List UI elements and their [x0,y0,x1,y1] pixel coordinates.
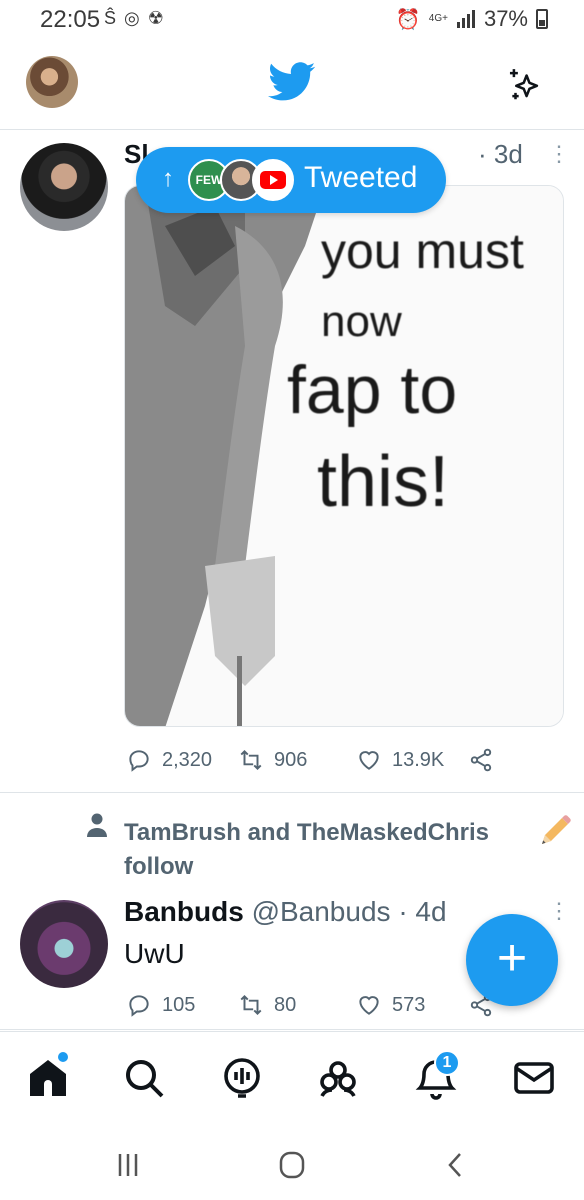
retweet-count: 80 [274,993,297,1016]
reply-count: 105 [162,993,196,1016]
vpn-icon: ◎ [124,8,140,28]
more-options-icon[interactable]: ⋮ [548,898,570,924]
plus-icon: + [496,929,528,987]
recent-apps-icon[interactable] [108,1150,148,1180]
meme-text-line: you must [321,223,524,279]
twitter-bird-icon[interactable] [268,62,316,102]
author-name[interactable]: Banbuds [124,896,244,927]
youtube-avatar-icon [252,159,294,201]
author-avatar[interactable] [20,900,108,988]
social-context: TamBrush and TheMaskedChris follow [0,808,584,888]
nav-communities[interactable] [314,1054,362,1102]
retweet-icon [240,994,262,1016]
share-icon [470,748,492,772]
person-icon [87,813,107,837]
retweet-button[interactable]: 906 [238,747,307,773]
status-right: ⏰ 4G+ 37% [396,6,548,32]
more-options-icon[interactable]: ⋮ [548,141,570,167]
signal-icon [456,10,475,28]
nav-search[interactable] [120,1054,168,1102]
network-type: 4G+ [428,13,448,24]
reply-icon [129,750,149,772]
retweet-icon [240,749,262,771]
retweet-button[interactable]: 80 [238,992,296,1018]
notification-badge: 1 [434,1050,460,1076]
app-header [0,40,584,130]
back-icon[interactable] [436,1150,476,1180]
heart-icon [359,996,379,1015]
sparkle-icon[interactable] [506,66,544,104]
reply-count: 2,320 [162,748,213,771]
retweet-count: 906 [274,748,308,771]
alarm-icon: ⏰ [395,8,421,31]
tweet-timestamp: · 3d [478,139,523,169]
tweet-timestamp: · 4d [398,896,447,927]
pencil-emoji-icon [542,815,571,844]
profile-avatar[interactable] [26,56,78,108]
share-button[interactable] [468,747,494,773]
like-button[interactable]: 13.9K [356,747,444,773]
meme-text-line: this! [317,442,450,522]
arrow-up-icon: ↑ [162,165,174,192]
tweet-header: Banbuds @Banbuds · 4d [124,896,447,928]
heart-icon [359,751,379,770]
tweet-text: UwU [124,938,185,969]
author-handle[interactable]: @Banbuds [252,896,391,927]
nav-messages[interactable] [510,1054,558,1102]
radiation-icon: ☢ [147,8,164,28]
reply-icon [129,995,149,1017]
home-unread-dot [58,1052,68,1062]
mail-icon [514,1062,554,1094]
microphone-spaces-icon [224,1058,260,1098]
compose-tweet-button[interactable]: + [466,914,558,1006]
communities-icon [320,1061,356,1097]
system-nav [0,1126,584,1200]
pill-label: Tweeted [304,161,418,194]
reply-button[interactable]: 2,320 [126,747,212,773]
like-count: 13.9K [392,748,445,771]
battery-percent: 37% [483,6,528,31]
like-button[interactable]: 573 [356,992,425,1018]
author-avatar[interactable] [20,143,108,231]
reply-button[interactable]: 105 [126,992,195,1018]
social-context-text[interactable]: TamBrush and TheMaskedChris follow [124,816,544,884]
meme-text-line: fap to [287,352,458,428]
status-time: 22:05 [40,6,101,33]
search-icon [126,1060,164,1098]
new-tweets-pill[interactable]: ↑ FEW Tweeted [136,147,446,213]
like-count: 573 [392,993,426,1016]
status-notification-icons: Ŝ ◎ ☢ [104,8,164,29]
home-button-icon[interactable] [272,1150,312,1180]
tweet[interactable]: Sl · 3d ⋮ you must now fap to this! ↑ FE… [0,131,584,793]
tweet-media-image[interactable]: you must now fap to this! [124,185,564,727]
tweet-actions: 2,320 906 13.9K [124,747,564,777]
nav-spaces[interactable] [218,1054,266,1102]
status-bar: 22:05 Ŝ ◎ ☢ ⏰ 4G+ 37% [0,0,584,40]
bottom-nav: 1 [0,1031,584,1125]
battery-icon [536,9,548,29]
sync-icon: Ŝ [104,8,117,28]
meme-text-line: now [321,297,402,346]
